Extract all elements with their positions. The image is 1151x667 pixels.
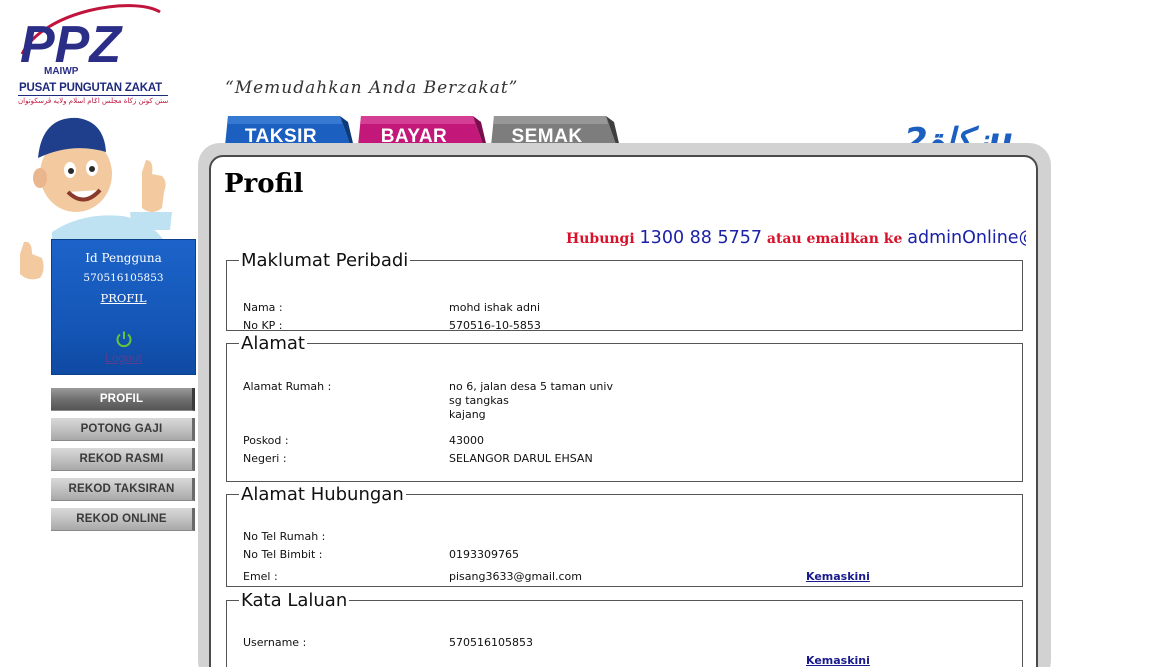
nama-label: Nama : — [243, 301, 283, 314]
tel-rumah-label: No Tel Rumah : — [243, 530, 326, 543]
user-id-value: 570516105853 — [83, 272, 164, 284]
poskod-label: Poskod : — [243, 434, 289, 447]
org-name-jawi: كوستن كوتن زكاة مجلس اݢام اسلام ولايه ڤر… — [18, 97, 168, 105]
user-id-label: Id Pengguna — [85, 251, 162, 265]
negeri-label: Negeri : — [243, 452, 287, 465]
ppz-logo[interactable]: PPZ MAIWP PUSAT PUNGUTAN ZAKAT كوستن كوت… — [14, 2, 168, 110]
alamat-rumah-label: Alamat Rumah : — [243, 380, 332, 393]
tagline: “Memudahkan Anda Berzakat” — [225, 78, 519, 98]
contact-phone: 1300 88 5757 — [639, 228, 763, 248]
alamat-rumah-line2: sg tangkas — [449, 394, 509, 407]
contact-prefix: Hubungi — [566, 231, 635, 247]
contact-email: adminOnline@z — [907, 228, 1026, 248]
kemaskini-laluan-link[interactable]: Kemaskini — [806, 654, 870, 667]
content-panel: Profil Hubungi 1300 88 5757 atau emailka… — [209, 155, 1038, 667]
tel-bimbit-value: 0193309765 — [449, 548, 519, 561]
alamat-rumah-line1: no 6, jalan desa 5 taman univ — [449, 380, 613, 393]
power-icon[interactable] — [115, 330, 133, 348]
side-menu-potong-gaji[interactable]: POTONG GAJI — [51, 418, 195, 441]
ppz-logo-graphic: PPZ MAIWP — [20, 4, 161, 77]
contact-middle: atau emailkan ke — [766, 231, 903, 247]
logo-divider — [18, 95, 168, 96]
side-menu-rekod-online[interactable]: REKOD ONLINE — [51, 508, 195, 531]
nokp-label: No KP : — [243, 319, 283, 332]
org-name: PUSAT PUNGUTAN ZAKAT — [19, 82, 162, 94]
side-menu: PROFIL POTONG GAJI REKOD RASMI REKOD TAK… — [51, 388, 196, 538]
emel-label: Emel : — [243, 570, 278, 583]
section-legend: Maklumat Peribadi — [241, 250, 409, 271]
side-menu-rekod-rasmi[interactable]: REKOD RASMI — [51, 448, 195, 471]
logout-link[interactable]: Logout — [52, 351, 195, 365]
svg-text:MAIWP: MAIWP — [44, 66, 79, 77]
kemaskini-hubungan-link[interactable]: Kemaskini — [806, 570, 870, 583]
profile-link[interactable]: PROFIL — [52, 291, 195, 305]
user-panel: Id Pengguna 570516105853 PROFIL Logout — [51, 239, 196, 375]
alamat-rumah-line3: kajang — [449, 408, 486, 421]
username-value: 570516105853 — [449, 636, 533, 649]
contact-line: Hubungi 1300 88 5757 atau emailkan ke ad… — [566, 228, 1026, 248]
nama-value: mohd ishak adni — [449, 301, 541, 314]
section-legend: Alamat — [241, 333, 305, 354]
poskod-value: 43000 — [449, 434, 484, 447]
section-maklumat-peribadi: Maklumat Peribadi Nama : mohd ishak adni… — [226, 250, 1023, 332]
page-title: Profil — [224, 169, 304, 199]
side-menu-profil[interactable]: PROFIL — [51, 388, 195, 411]
section-kata-laluan: Kata Laluan Username : 570516105853 Kema… — [226, 590, 1023, 667]
nokp-value: 570516-10-5853 — [449, 319, 541, 332]
negeri-value: SELANGOR DARUL EHSAN — [449, 452, 593, 465]
section-legend: Alamat Hubungan — [241, 484, 404, 505]
section-alamat: Alamat Alamat Rumah : no 6, jalan desa 5… — [226, 333, 1023, 482]
section-alamat-hubungan: Alamat Hubungan No Tel Rumah : No Tel Bi… — [226, 484, 1023, 587]
tel-bimbit-label: No Tel Bimbit : — [243, 548, 323, 561]
side-menu-rekod-taksiran[interactable]: REKOD TAKSIRAN — [51, 478, 195, 501]
username-label: Username : — [243, 636, 307, 649]
emel-value: pisang3633@gmail.com — [449, 570, 582, 583]
section-legend: Kata Laluan — [241, 590, 348, 611]
